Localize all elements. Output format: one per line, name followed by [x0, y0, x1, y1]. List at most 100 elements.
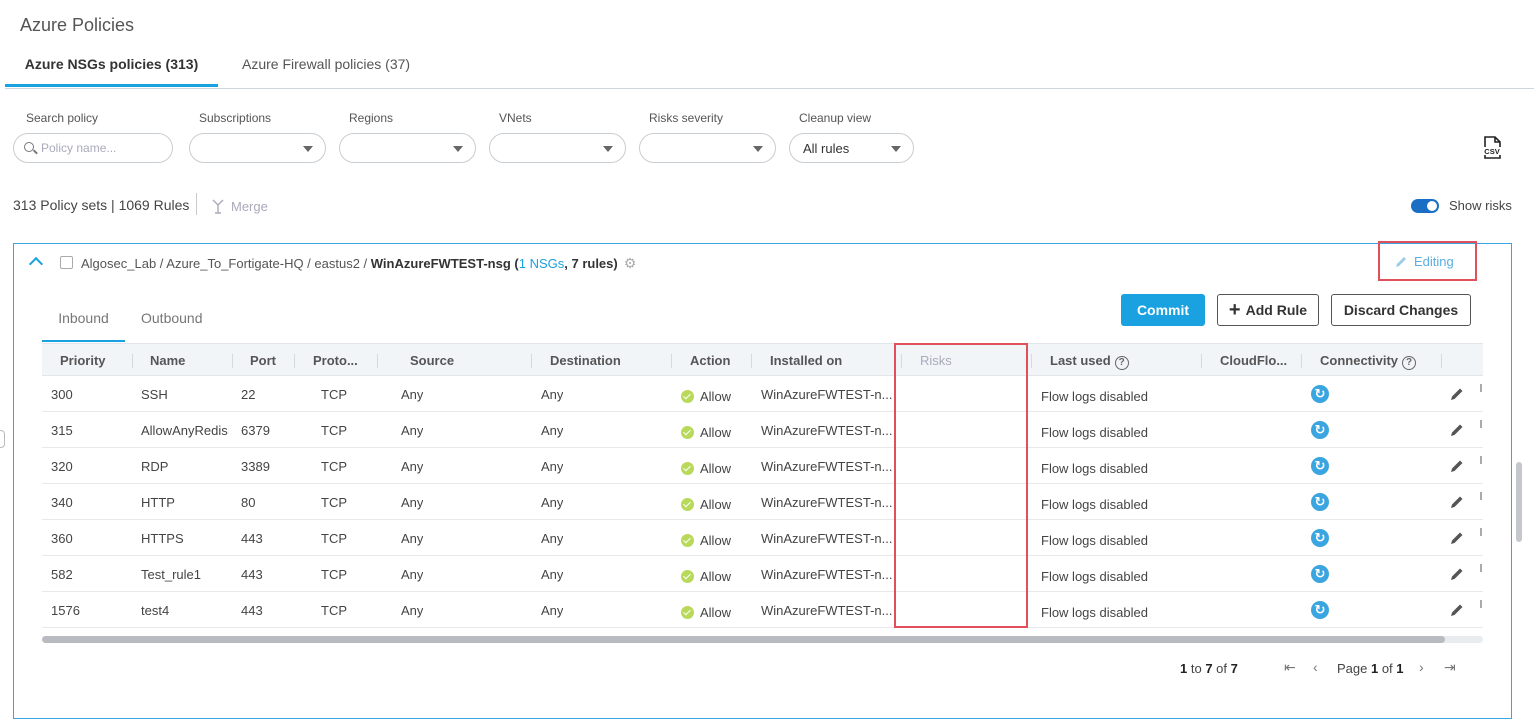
page-title: Azure Policies [20, 15, 135, 35]
cell-priority: 340 [51, 495, 73, 510]
connectivity-refresh-icon[interactable]: ↻ [1311, 565, 1329, 583]
table-header: Priority Name Port Proto... Source Desti… [42, 343, 1483, 376]
search-input[interactable] [41, 140, 166, 156]
cell-last-used: Flow logs disabled [1041, 569, 1148, 584]
merge-button[interactable]: Merge [211, 198, 268, 214]
col-installed-on[interactable]: Installed on [770, 353, 842, 368]
cell-last-used: Flow logs disabled [1041, 533, 1148, 548]
pencil-icon[interactable] [1449, 458, 1465, 474]
cell-last-used: Flow logs disabled [1041, 461, 1148, 476]
pencil-icon[interactable] [1449, 386, 1465, 402]
cell-destination: Any [541, 423, 564, 438]
gear-icon[interactable]: ⚙ [624, 255, 637, 272]
check-circle-icon [681, 390, 694, 403]
help-icon[interactable]: ? [1402, 356, 1417, 370]
show-risks-toggle[interactable] [1411, 199, 1439, 213]
pager-range: 1 to 7 of 7 [1180, 661, 1238, 676]
cell-protocol: TCP [321, 423, 347, 438]
tab-outbound[interactable]: Outbound [141, 310, 203, 340]
pencil-icon[interactable] [1449, 530, 1465, 546]
risks-severity-select[interactable] [639, 133, 776, 163]
pencil-icon[interactable] [1449, 422, 1465, 438]
vertical-scrollbar[interactable] [1516, 232, 1522, 718]
add-rule-button[interactable]: + Add Rule [1217, 294, 1319, 326]
cell-destination: Any [541, 387, 564, 402]
check-circle-icon [681, 498, 694, 511]
connectivity-refresh-icon[interactable]: ↻ [1311, 385, 1329, 403]
cell-priority: 1576 [51, 603, 80, 618]
cell-port: 3389 [241, 459, 270, 474]
col-destination[interactable]: Destination [550, 353, 621, 368]
connectivity-refresh-icon[interactable]: ↻ [1311, 421, 1329, 439]
tab-azure-firewall[interactable]: Azure Firewall policies (37) [242, 56, 410, 84]
col-protocol[interactable]: Proto... [313, 353, 358, 368]
first-page-icon[interactable]: ⇤ [1284, 659, 1296, 676]
col-action[interactable]: Action [690, 353, 730, 368]
table-row[interactable]: 340 HTTP 80 TCP Any Any Allow WinAzureFWTEST-n.… [42, 484, 1483, 520]
connectivity-refresh-icon[interactable]: ↻ [1311, 601, 1329, 619]
table-row[interactable]: 582 Test_rule1 443 TCP Any Any Allow WinAzureFW… [42, 556, 1483, 592]
action-label: Allow [700, 533, 732, 548]
cell-port: 443 [241, 603, 263, 618]
discard-changes-button[interactable]: Discard Changes [1331, 294, 1471, 326]
cell-installed-on: WinAzureFWTEST-n... [761, 495, 893, 510]
col-name[interactable]: Name [150, 353, 185, 368]
truncated-column-marker [1480, 492, 1482, 500]
tab-azure-nsgs[interactable]: Azure NSGs policies (313) [5, 56, 218, 87]
pencil-icon[interactable] [1449, 494, 1465, 510]
subscriptions-select[interactable] [189, 133, 326, 163]
truncated-column-marker [1480, 384, 1482, 392]
panel-scroll-handle[interactable] [0, 430, 5, 448]
cleanup-view-value: All rules [803, 141, 850, 156]
cell-last-used: Flow logs disabled [1041, 389, 1148, 404]
cell-installed-on: WinAzureFWTEST-n... [761, 459, 893, 474]
col-last-used[interactable]: Last used? [1050, 353, 1129, 370]
col-priority[interactable]: Priority [60, 353, 106, 368]
cell-name: HTTP [141, 495, 175, 510]
prev-page-icon[interactable]: ‹ [1313, 659, 1318, 675]
policy-counts: 313 Policy sets | 1069 Rules [13, 197, 190, 213]
chevron-down-icon [453, 146, 463, 152]
pencil-icon[interactable] [1449, 566, 1465, 582]
nsg-count-link[interactable]: 1 NSGs [519, 256, 565, 271]
table-row[interactable]: 1576 test4 443 TCP Any Any Allow WinAzureFWTEST… [42, 592, 1483, 628]
cell-last-used: Flow logs disabled [1041, 605, 1148, 620]
search-policy-field[interactable] [13, 133, 173, 163]
col-source[interactable]: Source [410, 353, 454, 368]
connectivity-refresh-icon[interactable]: ↻ [1311, 529, 1329, 547]
csv-export-icon[interactable]: CSV [1481, 136, 1503, 160]
table-row[interactable]: 315 AllowAnyRedisI 6379 TCP Any Any Allow WinAz… [42, 412, 1483, 448]
cell-last-used: Flow logs disabled [1041, 497, 1148, 512]
check-circle-icon [681, 606, 694, 619]
next-page-icon[interactable]: › [1419, 659, 1424, 675]
help-icon[interactable]: ? [1114, 356, 1129, 370]
table-row[interactable]: 300 SSH 22 TCP Any Any Allow WinAzureFWTEST-n..… [42, 376, 1483, 412]
divider [196, 193, 197, 215]
vnets-select[interactable] [489, 133, 626, 163]
search-policy-label: Search policy [26, 111, 99, 125]
pencil-icon[interactable] [1449, 602, 1465, 618]
chevron-down-icon [303, 146, 313, 152]
last-page-icon[interactable]: ⇥ [1444, 659, 1456, 676]
col-connectivity[interactable]: Connectivity? [1320, 353, 1417, 370]
regions-label: Regions [349, 111, 394, 125]
cell-port: 6379 [241, 423, 270, 438]
col-port[interactable]: Port [250, 353, 276, 368]
horizontal-scrollbar[interactable] [42, 636, 1483, 643]
cell-action: Allow [681, 605, 731, 620]
table-row[interactable]: 320 RDP 3389 TCP Any Any Allow WinAzureFWTEST-n… [42, 448, 1483, 484]
policy-set-checkbox[interactable] [60, 256, 73, 269]
cell-destination: Any [541, 567, 564, 582]
commit-button[interactable]: Commit [1121, 294, 1205, 326]
connectivity-refresh-icon[interactable]: ↻ [1311, 493, 1329, 511]
action-label: Allow [700, 425, 732, 440]
col-cloudflow[interactable]: CloudFlo... [1220, 353, 1287, 368]
cleanup-view-select[interactable]: All rules [789, 133, 914, 163]
connectivity-refresh-icon[interactable]: ↻ [1311, 457, 1329, 475]
table-row[interactable]: 360 HTTPS 443 TCP Any Any Allow WinAzureFWTEST-… [42, 520, 1483, 556]
regions-select[interactable] [339, 133, 476, 163]
cell-installed-on: WinAzureFWTEST-n... [761, 603, 893, 618]
tab-inbound[interactable]: Inbound [42, 310, 125, 342]
check-circle-icon [681, 570, 694, 583]
chevron-down-icon [891, 146, 901, 152]
